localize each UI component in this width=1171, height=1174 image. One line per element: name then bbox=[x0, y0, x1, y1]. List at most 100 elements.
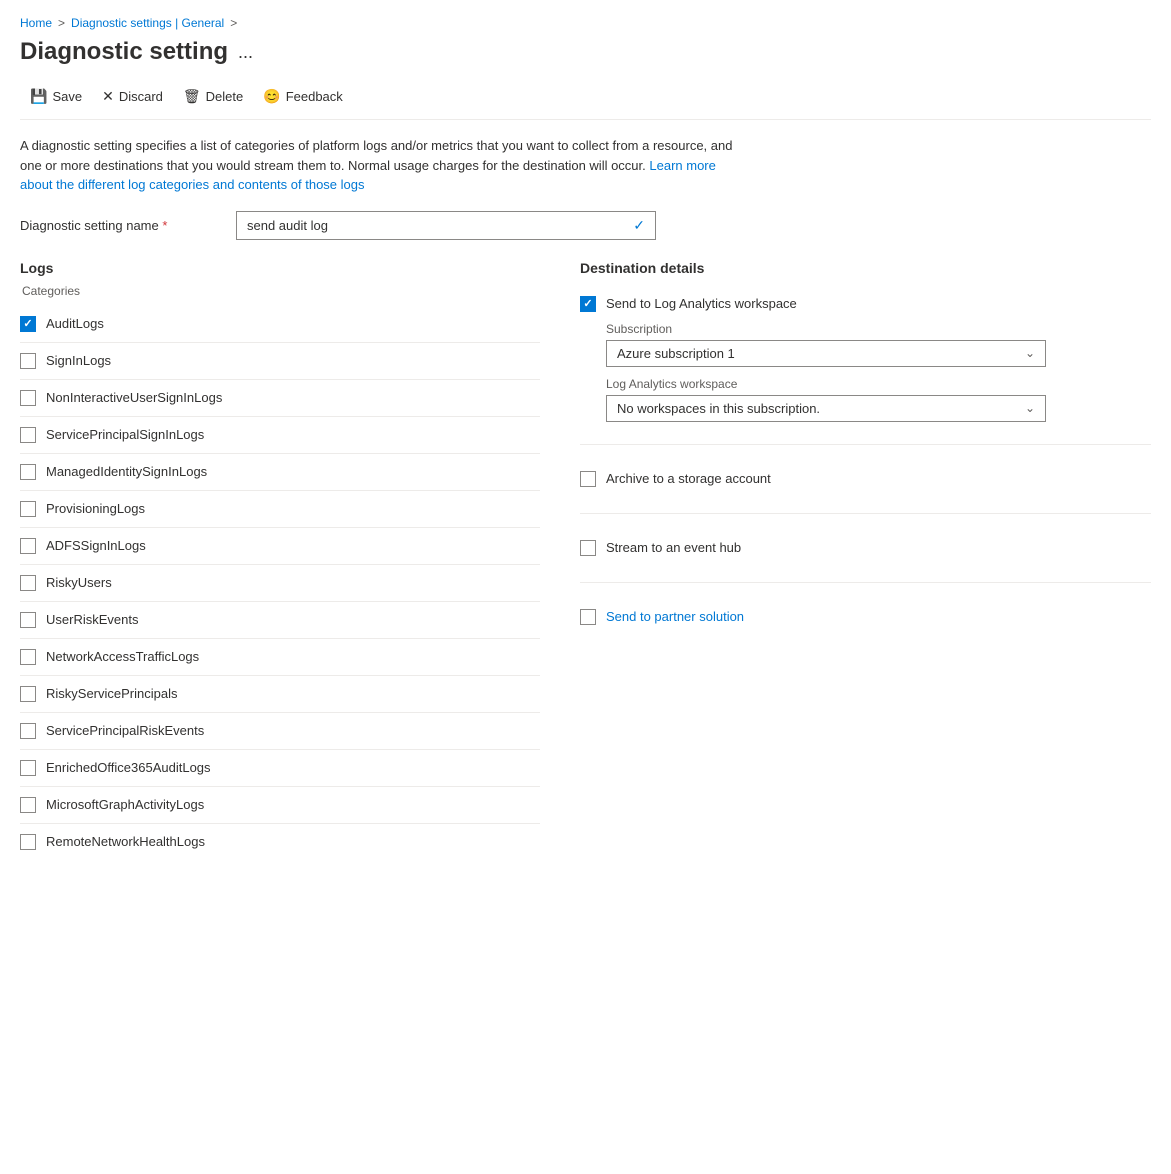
categories-label: Categories bbox=[22, 284, 540, 298]
log-label-riskyusers: RiskyUsers bbox=[46, 575, 112, 590]
discard-button[interactable]: ✕ Discard bbox=[92, 82, 173, 111]
log-label-adfssigninlogs: ADFSSignInLogs bbox=[46, 538, 146, 553]
destination-section: Destination details Send to Log Analytic… bbox=[580, 260, 1151, 860]
log-analytics-row: Send to Log Analytics workspace bbox=[580, 296, 1151, 312]
log-checkbox-auditlogs[interactable] bbox=[20, 316, 36, 332]
storage-account-row: Archive to a storage account bbox=[580, 457, 1151, 501]
log-checkbox-microsoftgraphactivitylogs[interactable] bbox=[20, 797, 36, 813]
page-title: Diagnostic setting bbox=[20, 38, 228, 66]
log-label-serviceprincipalsigninlogs: ServicePrincipalSignInLogs bbox=[46, 427, 204, 442]
subscription-label: Subscription bbox=[606, 322, 1151, 336]
log-analytics-label: Send to Log Analytics workspace bbox=[606, 296, 797, 311]
log-checkbox-signinlogs[interactable] bbox=[20, 353, 36, 369]
ellipsis-menu[interactable]: ... bbox=[238, 42, 253, 63]
log-item: ServicePrincipalSignInLogs bbox=[20, 417, 540, 454]
save-button[interactable]: 💾 Save bbox=[20, 82, 92, 111]
required-indicator: * bbox=[162, 218, 167, 233]
log-checkbox-serviceprincipalriskevents[interactable] bbox=[20, 723, 36, 739]
breadcrumb-diagnostic-settings[interactable]: Diagnostic settings | General bbox=[71, 16, 224, 30]
feedback-icon: 😊 bbox=[263, 88, 280, 105]
breadcrumb: Home > Diagnostic settings | General > bbox=[20, 16, 1151, 30]
log-label-auditlogs: AuditLogs bbox=[46, 316, 104, 331]
partner-solution-checkbox[interactable] bbox=[580, 609, 596, 625]
subscription-value: Azure subscription 1 bbox=[617, 346, 735, 361]
workspace-value: No workspaces in this subscription. bbox=[617, 401, 820, 416]
log-items-list: AuditLogs SignInLogs NonInteractiveUserSig… bbox=[20, 306, 540, 860]
log-label-managedidentitysigninlogs: ManagedIdentitySignInLogs bbox=[46, 464, 207, 479]
log-label-serviceprincipalriskevents: ServicePrincipalRiskEvents bbox=[46, 723, 204, 738]
log-label-provisioninglogs: ProvisioningLogs bbox=[46, 501, 145, 516]
log-checkbox-remotenetworkhealthlogs[interactable] bbox=[20, 834, 36, 850]
description-text: A diagnostic setting specifies a list of… bbox=[20, 138, 732, 173]
feedback-label: Feedback bbox=[286, 89, 343, 104]
valid-check-icon: ✓ bbox=[633, 217, 645, 234]
log-item: MicrosoftGraphActivityLogs bbox=[20, 787, 540, 824]
log-label-enrichedoffice365auditlogs: EnrichedOffice365AuditLogs bbox=[46, 760, 211, 775]
log-item: EnrichedOffice365AuditLogs bbox=[20, 750, 540, 787]
event-hub-block: Stream to an event hub bbox=[580, 514, 1151, 583]
log-checkbox-adfssigninlogs[interactable] bbox=[20, 538, 36, 554]
log-label-microsoftgraphactivitylogs: MicrosoftGraphActivityLogs bbox=[46, 797, 204, 812]
log-checkbox-riskyserviceprincipals[interactable] bbox=[20, 686, 36, 702]
event-hub-row: Stream to an event hub bbox=[580, 526, 1151, 570]
log-label-remotenetworkhealthlogs: RemoteNetworkHealthLogs bbox=[46, 834, 205, 849]
discard-icon: ✕ bbox=[102, 88, 114, 105]
save-label: Save bbox=[52, 89, 82, 104]
destination-section-title: Destination details bbox=[580, 260, 1151, 276]
logs-section: Logs Categories AuditLogs SignInLogs NonIn… bbox=[20, 260, 540, 860]
feedback-button[interactable]: 😊 Feedback bbox=[253, 82, 353, 111]
delete-label: Delete bbox=[206, 89, 244, 104]
storage-account-checkbox[interactable] bbox=[580, 471, 596, 487]
log-checkbox-serviceprincipalsigninlogs[interactable] bbox=[20, 427, 36, 443]
log-checkbox-networkaccesstrafficlogs[interactable] bbox=[20, 649, 36, 665]
storage-account-label: Archive to a storage account bbox=[606, 471, 771, 486]
log-label-userriskevents: UserRiskEvents bbox=[46, 612, 138, 627]
breadcrumb-home[interactable]: Home bbox=[20, 16, 52, 30]
logs-section-title: Logs bbox=[20, 260, 540, 276]
breadcrumb-sep1: > bbox=[58, 16, 65, 30]
log-item: RiskyUsers bbox=[20, 565, 540, 602]
log-item: NetworkAccessTrafficLogs bbox=[20, 639, 540, 676]
page-title-row: Diagnostic setting ... bbox=[20, 38, 1151, 66]
discard-label: Discard bbox=[119, 89, 163, 104]
log-item: ProvisioningLogs bbox=[20, 491, 540, 528]
subscription-dropdown-arrow: ⌄ bbox=[1025, 346, 1035, 360]
log-checkbox-userriskevents[interactable] bbox=[20, 612, 36, 628]
event-hub-checkbox[interactable] bbox=[580, 540, 596, 556]
field-row: Diagnostic setting name * ✓ bbox=[20, 211, 1151, 240]
toolbar: 💾 Save ✕ Discard 🗑 Delete 😊 Feedback bbox=[20, 82, 1151, 120]
subscription-group: Subscription Azure subscription 1 ⌄ Log … bbox=[606, 322, 1151, 422]
log-label-riskyserviceprincipals: RiskyServicePrincipals bbox=[46, 686, 177, 701]
diagnostic-name-input[interactable] bbox=[247, 218, 633, 233]
log-checkbox-managedidentitysigninlogs[interactable] bbox=[20, 464, 36, 480]
partner-solution-row: Send to partner solution bbox=[580, 595, 1151, 639]
diagnostic-name-input-container: ✓ bbox=[236, 211, 656, 240]
workspace-dropdown-arrow: ⌄ bbox=[1025, 401, 1035, 415]
log-label-noninteractiveusersigninlogs: NonInteractiveUserSignInLogs bbox=[46, 390, 222, 405]
partner-solution-label[interactable]: Send to partner solution bbox=[606, 609, 744, 624]
log-checkbox-enrichedoffice365auditlogs[interactable] bbox=[20, 760, 36, 776]
log-item: ADFSSignInLogs bbox=[20, 528, 540, 565]
field-label: Diagnostic setting name * bbox=[20, 218, 220, 233]
log-checkbox-riskyusers[interactable] bbox=[20, 575, 36, 591]
log-label-signinlogs: SignInLogs bbox=[46, 353, 111, 368]
log-item: ServicePrincipalRiskEvents bbox=[20, 713, 540, 750]
delete-icon: 🗑 bbox=[183, 88, 201, 105]
log-item: AuditLogs bbox=[20, 306, 540, 343]
event-hub-label: Stream to an event hub bbox=[606, 540, 741, 555]
subscription-dropdown[interactable]: Azure subscription 1 ⌄ bbox=[606, 340, 1046, 367]
workspace-dropdown[interactable]: No workspaces in this subscription. ⌄ bbox=[606, 395, 1046, 422]
log-analytics-block: Send to Log Analytics workspace Subscrip… bbox=[580, 284, 1151, 445]
storage-account-block: Archive to a storage account bbox=[580, 445, 1151, 514]
main-content: Logs Categories AuditLogs SignInLogs NonIn… bbox=[20, 260, 1151, 860]
log-checkbox-noninteractiveusersigninlogs[interactable] bbox=[20, 390, 36, 406]
field-label-text: Diagnostic setting name bbox=[20, 218, 159, 233]
save-icon: 💾 bbox=[30, 88, 47, 105]
log-item: RiskyServicePrincipals bbox=[20, 676, 540, 713]
log-analytics-checkbox[interactable] bbox=[580, 296, 596, 312]
delete-button[interactable]: 🗑 Delete bbox=[173, 82, 253, 111]
log-item: UserRiskEvents bbox=[20, 602, 540, 639]
log-item: NonInteractiveUserSignInLogs bbox=[20, 380, 540, 417]
log-checkbox-provisioninglogs[interactable] bbox=[20, 501, 36, 517]
log-label-networkaccesstrafficlogs: NetworkAccessTrafficLogs bbox=[46, 649, 199, 664]
